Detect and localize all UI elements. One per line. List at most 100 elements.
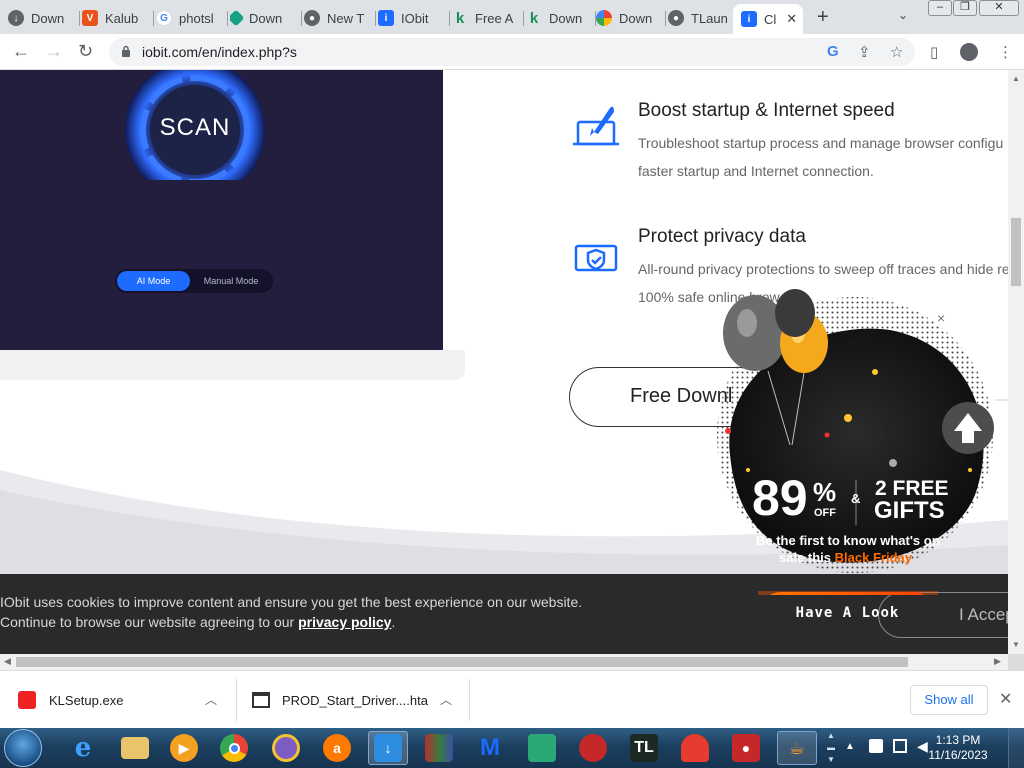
red-shield-app-icon[interactable] bbox=[573, 731, 613, 765]
promo-close-icon[interactable]: × bbox=[937, 310, 945, 326]
black-friday-text: Black Friday bbox=[834, 550, 912, 565]
google-lens-icon[interactable]: G bbox=[827, 43, 839, 60]
restore-icon[interactable]: ❐ bbox=[953, 0, 977, 16]
have-a-look-button[interactable]: Have A Look bbox=[760, 592, 935, 634]
scroll-left-icon[interactable]: ◀ bbox=[4, 656, 11, 667]
discount-number: 89 bbox=[752, 470, 808, 526]
cookie-line2: Continue to browse our website agreeing … bbox=[0, 612, 582, 632]
chevron-up-icon[interactable]: ︿ bbox=[440, 691, 452, 708]
iobit-icon: i bbox=[741, 11, 757, 27]
ccleaner-icon[interactable] bbox=[675, 731, 715, 765]
tab-label: Down bbox=[549, 10, 583, 26]
ai-mode-option: AI Mode bbox=[117, 271, 190, 291]
download-item-hta[interactable]: PROD_Start_Driver....hta ︿ bbox=[252, 671, 462, 729]
java-icon[interactable]: ☕ bbox=[777, 731, 817, 765]
scan-button: SCAN bbox=[159, 114, 231, 141]
winrar-icon[interactable] bbox=[419, 731, 459, 765]
cookie-line2-end: . bbox=[391, 614, 396, 630]
side-panel-icon[interactable]: ▯ bbox=[930, 43, 938, 61]
tab-3[interactable]: Gphotsl bbox=[156, 4, 228, 32]
manual-mode-option: Manual Mode bbox=[203, 276, 259, 286]
scroll-right-icon[interactable]: ▶ bbox=[994, 656, 1001, 667]
tab-label: photsl bbox=[179, 10, 214, 26]
percent-sign: % bbox=[813, 477, 837, 507]
tab-6[interactable]: i IObit bbox=[378, 4, 450, 32]
scroll-down-icon[interactable]: ▼ bbox=[1012, 640, 1020, 649]
circle-app-icon[interactable] bbox=[266, 731, 306, 765]
share-icon[interactable]: ⇪ bbox=[858, 43, 871, 61]
monitor-stand bbox=[0, 350, 465, 380]
network-icon[interactable] bbox=[893, 739, 907, 753]
3d-box-icon[interactable] bbox=[522, 731, 562, 765]
privacy-policy-link[interactable]: privacy policy bbox=[298, 614, 391, 630]
promo-tagline2-text: sale this bbox=[779, 550, 832, 565]
download-item-klsetup[interactable]: KLSetup.exe ︿ bbox=[18, 671, 228, 729]
clock-time: 1:13 PM bbox=[935, 733, 981, 747]
tab-2[interactable]: V Kalub bbox=[82, 4, 154, 32]
off-label: OFF bbox=[814, 507, 836, 519]
chevron-up-icon[interactable]: ︿ bbox=[205, 691, 217, 708]
taskbar-scroll[interactable]: ▲ ▬ ▼ bbox=[825, 730, 837, 766]
vertical-scrollbar[interactable]: ▲ ▼ bbox=[1008, 70, 1024, 654]
bookmark-star-icon[interactable]: ☆ bbox=[890, 43, 903, 61]
tab-9[interactable]: Down bbox=[596, 4, 666, 32]
tab-label: Kalub bbox=[105, 10, 139, 26]
tab-search-chevron-icon[interactable]: ⌄ bbox=[898, 8, 908, 22]
minimize-icon[interactable]: – bbox=[928, 0, 952, 16]
tab-10[interactable]: ● TLaun bbox=[668, 4, 732, 32]
show-all-button[interactable]: Show all bbox=[910, 685, 988, 715]
lock-icon bbox=[122, 45, 130, 57]
tab-8[interactable]: k Down bbox=[526, 4, 596, 32]
tab-5[interactable]: ● New T bbox=[304, 4, 376, 32]
file-explorer-icon[interactable] bbox=[115, 731, 155, 765]
tab-label: Down bbox=[31, 10, 65, 26]
browser-toolbar: ← → ↻ iobit.com/en/index.php?s G ⇪ ☆ ▯ ⋮ bbox=[0, 34, 1024, 70]
show-desktop-button[interactable] bbox=[1008, 728, 1024, 768]
tab-bar: ↓ Down V Kalub Gphotsl Down ● New T i IObit … bbox=[0, 0, 1024, 34]
product-screenshot: SCAN AI Mode Manual Mode bbox=[0, 70, 443, 350]
cookie-line1: IObit uses cookies to improve content an… bbox=[0, 594, 583, 610]
forward-icon[interactable]: → bbox=[45, 41, 63, 62]
tab-4[interactable]: Down bbox=[230, 4, 302, 32]
internet-explorer-icon[interactable]: e bbox=[63, 731, 103, 765]
photos-icon bbox=[596, 10, 612, 26]
menu-kebab-icon[interactable]: ⋮ bbox=[998, 43, 1013, 61]
windows-taskbar: e ▶ a ↓ M TL ● ☕ ▲ ▬ ▼ ▲ ◀ 1:13 PM 11/16/2… bbox=[0, 728, 1024, 768]
feature-title: Protect privacy data bbox=[638, 226, 806, 247]
system-clock[interactable]: 1:13 PM 11/16/2023 bbox=[922, 733, 994, 763]
horizontal-scroll-thumb[interactable] bbox=[16, 657, 908, 667]
profile-avatar-icon[interactable] bbox=[960, 43, 978, 61]
start-button[interactable] bbox=[4, 729, 42, 767]
scroll-up-icon[interactable]: ▲ bbox=[1012, 74, 1020, 83]
tab-active[interactable]: i Cl ✕ bbox=[733, 4, 803, 34]
promo-tagline1: Be the first to know what's on bbox=[756, 533, 940, 548]
horizontal-scrollbar[interactable]: ◀ ▶ bbox=[0, 654, 1008, 670]
close-shelf-icon[interactable]: ✕ bbox=[999, 689, 1012, 709]
diamond-icon bbox=[230, 9, 245, 27]
download-shelf: KLSetup.exe ︿ PROD_Start_Driver....hta ︿… bbox=[0, 670, 1024, 728]
avast-icon[interactable]: a bbox=[317, 731, 357, 765]
download-filename: KLSetup.exe bbox=[49, 692, 124, 708]
downloader-icon[interactable]: ↓ bbox=[368, 731, 408, 765]
new-tab-icon[interactable]: + bbox=[817, 6, 829, 29]
close-window-icon[interactable]: ✕ bbox=[979, 0, 1019, 16]
vertical-scroll-thumb[interactable] bbox=[1011, 218, 1021, 286]
clock-date: 11/16/2023 bbox=[928, 748, 988, 762]
tab-1[interactable]: ↓ Down bbox=[8, 4, 80, 32]
action-center-icon[interactable] bbox=[869, 739, 883, 753]
malwarebytes-icon[interactable]: M bbox=[470, 731, 510, 765]
screen-recorder-icon[interactable]: ● bbox=[726, 731, 766, 765]
chrome-icon: ● bbox=[668, 10, 684, 26]
feature-description-line1: All-round privacy protections to sweep o… bbox=[638, 261, 1008, 277]
discount-percent: 89 bbox=[752, 473, 808, 523]
close-tab-icon[interactable]: ✕ bbox=[786, 11, 797, 27]
reload-icon[interactable]: ↻ bbox=[78, 41, 93, 62]
media-player-icon[interactable]: ▶ bbox=[164, 731, 204, 765]
tray-expand-icon[interactable]: ▲ bbox=[845, 741, 855, 752]
address-bar[interactable]: iobit.com/en/index.php?s bbox=[109, 38, 915, 66]
ampersand: & bbox=[851, 491, 861, 506]
chrome-icon[interactable] bbox=[214, 731, 254, 765]
back-icon[interactable]: ← bbox=[12, 41, 30, 62]
tab-7[interactable]: k Free A bbox=[452, 4, 524, 32]
tlauncher-icon[interactable]: TL bbox=[624, 731, 664, 765]
